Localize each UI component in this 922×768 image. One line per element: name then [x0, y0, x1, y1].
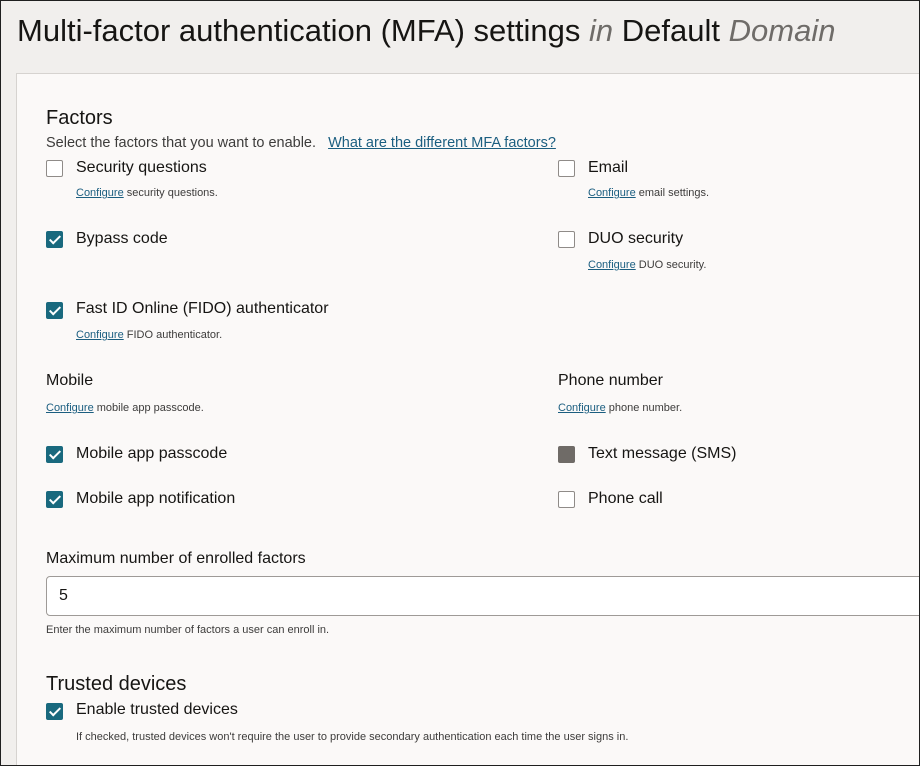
title-in: in [589, 13, 614, 48]
security-questions-hint-text: security questions. [123, 187, 218, 199]
trusted-devices-help: If checked, trusted devices won't requir… [76, 731, 629, 743]
sms-checkbox[interactable] [558, 446, 575, 463]
fido-hint-text: FIDO authenticator. [123, 329, 223, 341]
phone-call-label: Phone call [588, 490, 663, 507]
fido-hint: Configure FIDO authenticator. [76, 329, 222, 341]
security-questions-label: Security questions [76, 159, 207, 176]
max-factors-help: Enter the maximum number of factors a us… [46, 624, 330, 636]
fido-label: Fast ID Online (FIDO) authenticator [76, 300, 329, 317]
duo-security-hint: Configure DUO security. [588, 259, 706, 271]
fido-checkbox[interactable] [46, 302, 63, 319]
security-questions-checkbox[interactable] [46, 160, 63, 177]
fido-configure-link[interactable]: Configure [76, 329, 124, 341]
security-questions-configure-link[interactable]: Configure [76, 187, 124, 199]
factors-heading: Factors [46, 107, 113, 129]
max-factors-field[interactable] [46, 576, 919, 616]
mobile-heading: Mobile [46, 372, 94, 389]
trusted-devices-label: Enable trusted devices [76, 701, 238, 718]
email-configure-link[interactable]: Configure [588, 187, 636, 199]
email-label: Email [588, 159, 629, 176]
bypass-code-checkbox[interactable] [46, 231, 63, 248]
title-text: Multi-factor authentication (MFA) settin… [17, 13, 581, 48]
phone-call-checkbox[interactable] [558, 491, 575, 508]
mfa-factors-help-link[interactable]: What are the different MFA factors? [328, 135, 556, 151]
title-domain: Domain [728, 13, 836, 48]
factors-description: Select the factors that you want to enab… [46, 135, 556, 151]
email-checkbox[interactable] [558, 160, 575, 177]
email-hint-text: email settings. [635, 187, 710, 199]
mobile-passcode-checkbox[interactable] [46, 446, 63, 463]
trusted-devices-checkbox[interactable] [46, 703, 63, 720]
duo-configure-link[interactable]: Configure [588, 259, 636, 271]
phone-hint-text: phone number. [605, 402, 683, 414]
settings-panel: Factors Select the factors that you want… [16, 73, 919, 765]
mobile-hint: Configure mobile app passcode. [46, 402, 204, 414]
phone-hint: Configure phone number. [558, 402, 682, 414]
mobile-notification-checkbox[interactable] [46, 491, 63, 508]
page-title: Multi-factor authentication (MFA) settin… [17, 13, 835, 49]
sms-label: Text message (SMS) [588, 445, 737, 462]
trusted-devices-heading: Trusted devices [46, 673, 187, 695]
phone-number-heading: Phone number [558, 372, 663, 389]
factors-description-text: Select the factors that you want to enab… [46, 135, 317, 151]
mobile-hint-text: mobile app passcode. [93, 402, 204, 414]
max-factors-label: Maximum number of enrolled factors [46, 550, 306, 567]
duo-security-label: DUO security [588, 230, 684, 247]
mobile-configure-link[interactable]: Configure [46, 402, 94, 414]
title-default: Default [621, 13, 721, 48]
max-factors-input[interactable] [59, 587, 919, 605]
duo-hint-text: DUO security. [635, 259, 707, 271]
mobile-notification-label: Mobile app notification [76, 490, 236, 507]
mfa-settings-window: Multi-factor authentication (MFA) settin… [0, 0, 920, 766]
bypass-code-label: Bypass code [76, 230, 168, 247]
mobile-passcode-label: Mobile app passcode [76, 445, 228, 462]
email-hint: Configure email settings. [588, 187, 709, 199]
phone-configure-link[interactable]: Configure [558, 402, 606, 414]
security-questions-hint: Configure security questions. [76, 187, 218, 199]
duo-security-checkbox[interactable] [558, 231, 575, 248]
